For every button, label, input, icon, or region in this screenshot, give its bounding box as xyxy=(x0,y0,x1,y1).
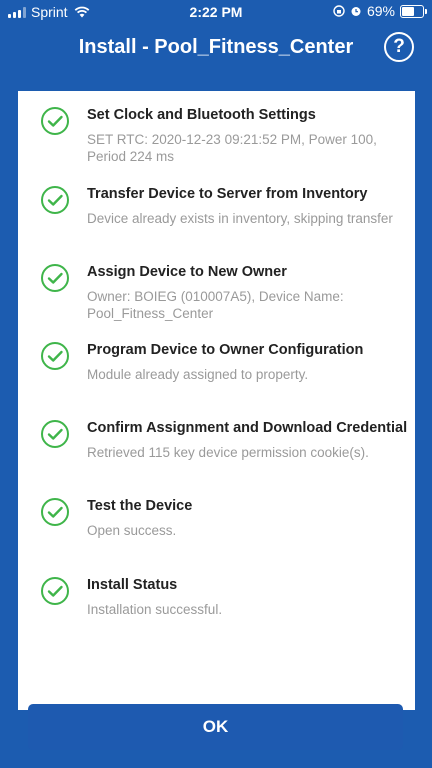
battery-icon xyxy=(400,4,427,18)
step-detail: Device already exists in inventory, skip… xyxy=(87,211,393,226)
step-title: Transfer Device to Server from Inventory xyxy=(87,186,368,202)
check-circle-icon xyxy=(41,342,69,370)
step-detail: Installation successful. xyxy=(87,602,223,617)
step-title: Confirm Assignment and Download Credenti… xyxy=(87,420,408,436)
header-bar: Install - Pool_Fitness_Center ? xyxy=(0,24,432,72)
step-title: Test the Device xyxy=(87,498,193,514)
step-title: Assign Device to New Owner xyxy=(87,264,287,280)
step-detail: Module already assigned to property. xyxy=(87,367,309,382)
check-circle-icon xyxy=(41,107,69,135)
orientation-lock-icon xyxy=(333,5,345,17)
step-detail: Owner: BOIEG (010007A5), Device Name: Po… xyxy=(87,289,344,321)
help-button[interactable]: ? xyxy=(384,32,414,62)
ok-button[interactable]: OK xyxy=(28,704,403,750)
check-circle-icon xyxy=(41,420,69,448)
status-right: 69% xyxy=(333,3,427,19)
install-steps-card: Set Clock and Bluetooth Settings SET RTC… xyxy=(18,91,415,710)
battery-percent: 69% xyxy=(366,3,395,19)
check-circle-icon xyxy=(41,577,69,605)
status-bar: Sprint 2:22 PM 69% xyxy=(0,0,432,24)
alarm-icon xyxy=(351,7,361,16)
check-circle-icon xyxy=(41,498,69,526)
step-title: Set Clock and Bluetooth Settings xyxy=(87,107,316,123)
step-title: Program Device to Owner Configuration xyxy=(87,342,364,358)
step-title: Install Status xyxy=(87,577,178,593)
check-circle-icon xyxy=(41,186,69,214)
check-circle-icon xyxy=(41,264,69,292)
page-title: Install - Pool_Fitness_Center xyxy=(78,36,354,58)
step-detail: Open success. xyxy=(87,523,177,538)
battery-level-fill xyxy=(402,6,414,16)
step-detail: Retrieved 115 key device permission cook… xyxy=(87,445,369,460)
step-detail: SET RTC: 2020-12-23 09:21:52 PM, Power 1… xyxy=(87,132,377,164)
